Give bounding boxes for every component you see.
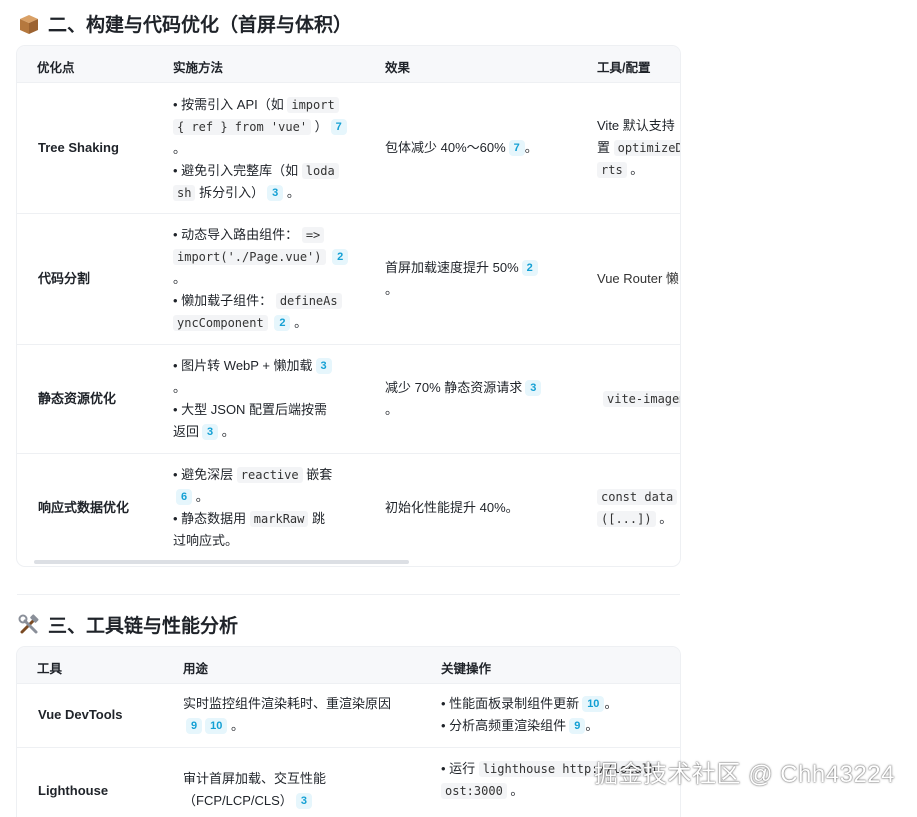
row-effect: 初始化性能提升 40%。 [385, 500, 519, 515]
section3-title: 三、工具链与性能分析 [48, 616, 239, 637]
table-header: 优化点 实施方法 效果 工具/配置 [17, 46, 680, 82]
section3-heading: 三、工具链与性能分析 [18, 611, 238, 638]
row-usage: 实时监控组件渲染耗时、重渲染原因 9 10 。 [183, 696, 392, 734]
ref-badge[interactable]: 9 [186, 718, 203, 734]
table-row: 响应式数据优化 • 避免深层 reactive 嵌套 6 。 • 静态数据用 m… [17, 453, 680, 562]
row-effect: 减少 70% 静态资源请求 3 。 [385, 377, 565, 421]
ref-badge[interactable]: 10 [582, 696, 605, 712]
section2-title: 二、构建与代码优化（首屏与体积） [48, 15, 353, 36]
row-point: 代码分割 [38, 271, 91, 286]
row-method: • 避免深层 reactive 嵌套 6 。 • 静态数据用 markRaw 跳… [173, 467, 333, 548]
col-header: 实施方法 [173, 61, 224, 75]
ref-badge[interactable]: 3 [525, 380, 542, 396]
optimization-table[interactable]: 优化点 实施方法 效果 工具/配置 Tree Shaking • 按需引入 AP… [17, 46, 680, 566]
ref-badge[interactable]: 3 [267, 185, 284, 201]
col-header: 优化点 [37, 61, 75, 75]
box-icon [20, 14, 38, 34]
row-effect: 包体减少 40%～60% 7。 [385, 140, 538, 156]
watermark: 掘金技术社区 @ Chh43224 [594, 761, 895, 788]
row-point: 静态资源优化 [38, 391, 117, 406]
ref-badge[interactable]: 10 [205, 718, 228, 734]
table-row: Tree Shaking • 按需引入 API（如 import { ref }… [17, 82, 680, 213]
table-row: 静态资源优化 • 图片转 WebP + 懒加载 3 。 • 大型 JSON 配置后… [17, 344, 680, 453]
ref-badge[interactable]: 7 [330, 119, 347, 135]
row-tool: Lighthouse [38, 783, 109, 798]
table-row: 代码分割 • 动态导入路由组件： => import('./Page.vue')… [17, 213, 680, 344]
ref-badge[interactable]: 2 [274, 315, 291, 331]
row-point: Tree Shaking [38, 140, 119, 155]
col-header: 用途 [183, 662, 209, 676]
section-divider [17, 594, 680, 595]
col-header: 工具 [37, 662, 63, 676]
col-header: 关键操作 [441, 662, 492, 676]
row-tool: Vite 默认支持 置 optimizeDeps rts 。 [597, 115, 680, 181]
ref-badge[interactable]: 3 [315, 358, 332, 374]
table-header: 工具 用途 关键操作 [17, 647, 680, 683]
row-tool: const data ([...]) 。 [597, 486, 678, 530]
row-point: 响应式数据优化 [38, 500, 130, 515]
ref-badge[interactable]: 9 [569, 718, 586, 734]
row-effect: 首屏加载速度提升 50% 2 。 [385, 257, 565, 301]
toolchain-table[interactable]: 工具 用途 关键操作 Vue DevTools 实时监控组件渲染耗时、重渲染原因… [17, 647, 680, 817]
ref-badge[interactable]: 6 [176, 489, 193, 505]
tools-icon [18, 613, 39, 633]
ref-badge[interactable]: 2 [332, 249, 349, 265]
ref-badge[interactable]: 3 [202, 424, 219, 440]
row-ops: • 性能面板录制组件更新 10。 • 分析高频重渲染组件 9。 [441, 696, 618, 734]
col-header: 工具/配置 [597, 61, 651, 75]
row-method: • 图片转 WebP + 懒加载 3 。 • 大型 JSON 配置后端按需 返回 3… [173, 355, 353, 443]
row-method: • 动态导入路由组件： => import('./Page.vue') 2 。 … [173, 224, 353, 334]
row-tool: Vue Router 懒 [597, 271, 679, 286]
table-row: Vue DevTools 实时监控组件渲染耗时、重渲染原因 9 10 。 • 性能… [17, 683, 680, 747]
section2-heading: 二、构建与代码优化（首屏与体积） [18, 10, 352, 37]
ref-badge[interactable]: 7 [508, 140, 525, 156]
row-tool: Vue DevTools [38, 707, 123, 722]
row-tool: vite-imagemin [603, 388, 680, 410]
row-method: • 按需引入 API（如 import { ref } from 'vue' ）… [173, 94, 353, 204]
col-header: 效果 [385, 61, 411, 75]
row-usage: 审计首屏加载、交互性能 （FCP/LCP/CLS） 3 [183, 771, 327, 809]
ref-badge[interactable]: 2 [521, 260, 538, 276]
horizontal-scrollbar[interactable] [34, 560, 409, 564]
